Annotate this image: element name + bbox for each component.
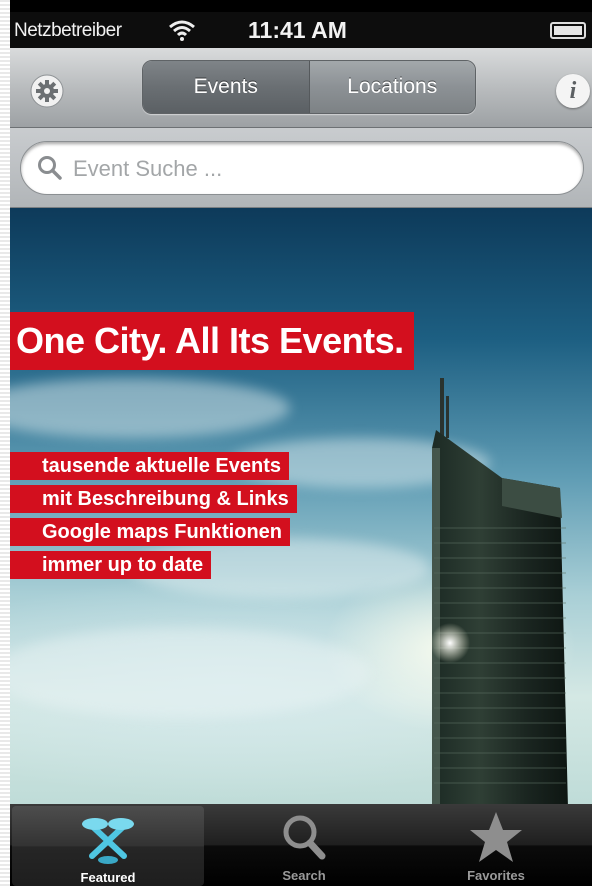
feature-item: Google maps Funktionen [10,518,291,546]
feature-item: mit Beschreibung & Links [10,485,297,513]
tab-favorites[interactable]: Favorites [400,804,592,886]
search-bar [10,128,592,208]
tab-label: Featured [80,870,136,885]
tab-label: Search [282,868,326,883]
event-search-input[interactable] [73,150,563,188]
cloud [10,378,290,438]
tab-bar: Featured Search Favorites [10,804,592,886]
segment-locations[interactable]: Locations [308,61,475,113]
tab-featured[interactable]: Featured [12,806,204,886]
featured-icon [82,818,134,864]
tab-search[interactable]: Search [208,804,400,886]
star-icon [470,812,522,862]
tab-label: Favorites [467,868,525,883]
wifi-icon [169,20,195,41]
status-bar: Netzbetreiber 11:41 AM [10,12,592,48]
segment-events[interactable]: Events [143,61,309,113]
info-button[interactable]: i [556,74,590,108]
page-edge [0,0,10,886]
search-icon [38,156,62,180]
events-locations-segmented-control: Events Locations [142,60,476,114]
featured-banner[interactable]: One City. All Its Events. tausende aktue… [10,208,592,804]
feature-list: tausende aktuelle Events mit Beschreibun… [10,452,297,584]
feature-item: tausende aktuelle Events [10,452,289,480]
search-icon [283,815,326,860]
phone-screen: Netzbetreiber 11:41 AM Events Locations … [10,0,592,886]
feature-item: immer up to date [10,551,212,579]
search-field[interactable] [20,141,584,195]
battery-icon [550,22,586,39]
skyscraper-image [430,378,568,804]
hero-tagline: One City. All Its Events. [10,312,414,370]
gear-icon[interactable] [30,74,64,108]
status-time: 11:41 AM [248,17,347,43]
carrier-name: Netzbetreiber [14,20,122,41]
cloud [10,628,370,718]
navigation-bar: Events Locations i [10,48,592,128]
